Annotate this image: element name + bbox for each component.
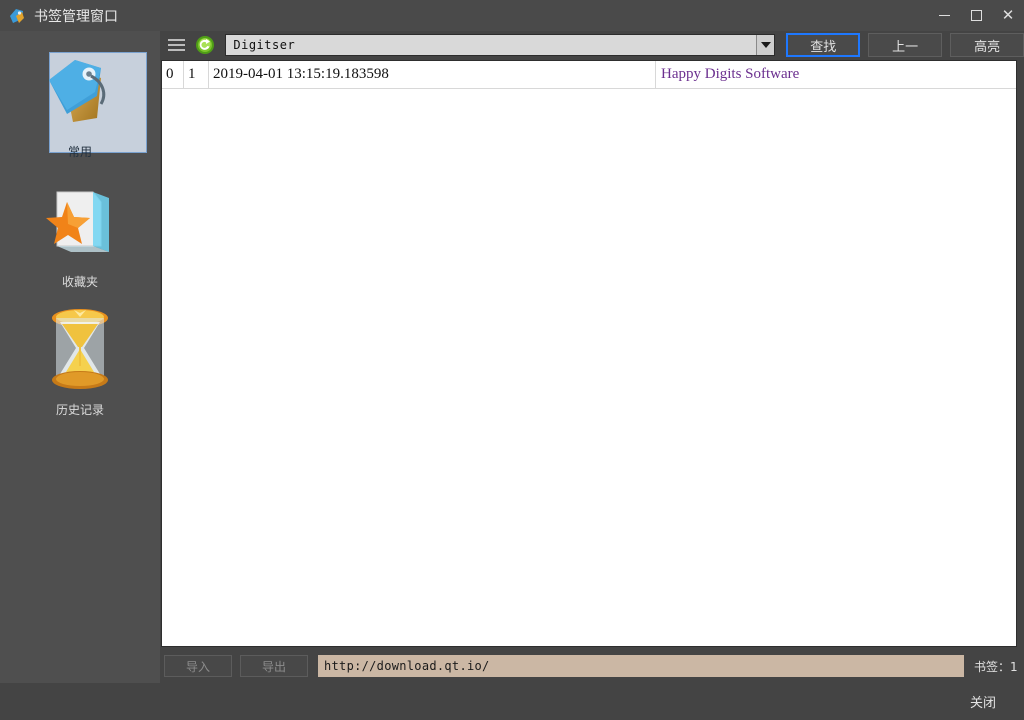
- bottom-bar: 导入 导出 http://download.qt.io/ 书签：1: [161, 650, 1024, 682]
- sidebar-item-history[interactable]: 历史记录: [0, 299, 160, 418]
- table-row[interactable]: 0 1 2019-04-01 13:15:19.183598 Happy Dig…: [162, 61, 1016, 89]
- sidebar-item-favorites-thumb: [30, 171, 130, 271]
- search-input[interactable]: Digitser: [226, 38, 756, 52]
- folder-star-icon: [46, 191, 109, 252]
- sidebar-item-frequent-label: 常用: [67, 145, 92, 159]
- tags-icon: [49, 60, 106, 122]
- search-combobox[interactable]: Digitser: [225, 34, 776, 56]
- close-dialog-button[interactable]: 关闭: [950, 689, 1016, 713]
- chevron-down-icon[interactable]: [756, 35, 775, 55]
- url-field[interactable]: http://download.qt.io/: [318, 655, 964, 677]
- cell-timestamp: 2019-04-01 13:15:19.183598: [209, 61, 656, 89]
- minimize-button[interactable]: [928, 0, 960, 31]
- footer: 关闭: [0, 683, 1024, 720]
- previous-button[interactable]: 上一: [868, 33, 943, 57]
- cell-index: 0: [162, 61, 184, 89]
- sidebar-item-frequent[interactable]: 常用: [0, 41, 160, 160]
- cell-number: 1: [184, 61, 209, 89]
- hamburger-line: [168, 39, 186, 41]
- sidebar-item-favorites-label: 收藏夹: [61, 275, 98, 289]
- sidebar: 常用 收藏夹 历史记录: [0, 31, 160, 683]
- maximize-button[interactable]: [960, 0, 992, 31]
- hamburger-line: [168, 44, 186, 46]
- maximize-icon: [970, 10, 982, 21]
- highlight-button[interactable]: 高亮: [950, 33, 1024, 57]
- cell-title[interactable]: Happy Digits Software: [656, 61, 1016, 89]
- bookmark-count-label: 书签：1: [974, 659, 1018, 674]
- hamburger-menu-icon[interactable]: [166, 34, 187, 56]
- toolbar: Digitser 查找 上一 高亮: [161, 31, 1024, 59]
- find-button[interactable]: 查找: [786, 33, 861, 57]
- bookmark-table[interactable]: 0 1 2019-04-01 13:15:19.183598 Happy Dig…: [161, 60, 1017, 647]
- bookmark-tag-icon: [8, 7, 26, 25]
- window-controls: ✕: [928, 0, 1024, 31]
- sidebar-item-favorites[interactable]: 收藏夹: [0, 171, 160, 290]
- close-button[interactable]: ✕: [992, 0, 1024, 31]
- bookmark-manager-window: 书签管理窗口 ✕ 常用 收藏夹 历史记录 Digitser 查找 上一 高亮 0…: [0, 0, 1024, 720]
- window-title: 书签管理窗口: [34, 8, 118, 25]
- refresh-green-icon[interactable]: [195, 35, 215, 55]
- hamburger-line: [168, 49, 186, 51]
- hourglass-icon: [52, 309, 108, 389]
- close-icon: ✕: [1001, 6, 1015, 24]
- sidebar-item-history-thumb: [30, 299, 130, 399]
- sidebar-item-history-label: 历史记录: [55, 403, 104, 417]
- sidebar-item-frequent-thumb: [30, 41, 147, 153]
- import-button[interactable]: 导入: [164, 655, 232, 677]
- export-button[interactable]: 导出: [240, 655, 308, 677]
- minimize-icon: [938, 15, 950, 16]
- titlebar[interactable]: 书签管理窗口 ✕: [0, 0, 1024, 31]
